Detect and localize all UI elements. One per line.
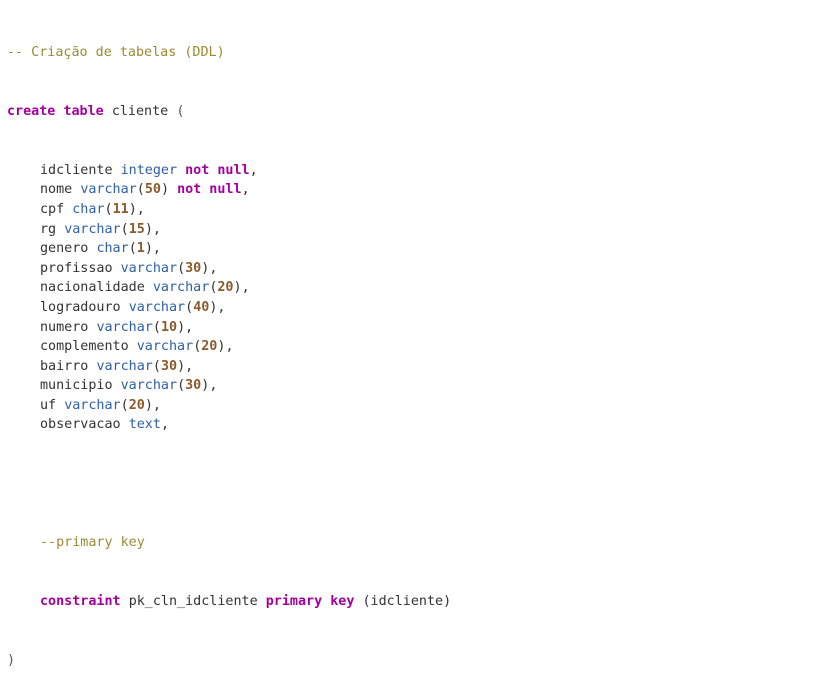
column-definitions: idcliente integer not null, nome varchar(…	[7, 161, 827, 435]
column-type: varchar	[152, 280, 210, 296]
column-line-profissao: profissao varchar(30),	[40, 260, 218, 276]
column-size: 15	[128, 221, 145, 237]
column-type: varchar	[96, 358, 153, 374]
keyword-primary-key: primary key	[265, 593, 355, 609]
pk-name: pk_cln_idcliente	[128, 593, 258, 609]
column-size: 20	[217, 280, 234, 296]
column-line-rg: rg varchar(15),	[40, 221, 161, 237]
code-line-comment-pk: --primary key	[7, 533, 827, 553]
column-type: varchar	[64, 221, 121, 237]
column-line-bairro: bairro varchar(30),	[40, 358, 194, 374]
keyword-constraint: constraint	[40, 593, 121, 609]
column-name: logradouro	[40, 299, 121, 315]
column-line-uf: uf varchar(20),	[40, 397, 161, 413]
column-size: 40	[193, 299, 210, 315]
column-type: varchar	[96, 319, 153, 335]
column-type: varchar	[64, 397, 121, 413]
keyword-create: create	[7, 103, 56, 119]
open-paren: (	[176, 103, 185, 119]
keyword-table: table	[63, 103, 104, 119]
column-line-observacao: observacao text,	[40, 417, 169, 433]
column-line-cpf: cpf char(11),	[40, 201, 145, 217]
column-constraint: not null	[177, 182, 242, 198]
column-line-numero: numero varchar(10),	[40, 319, 194, 335]
column-type: text	[128, 417, 161, 433]
column-name: nome	[40, 182, 73, 198]
column-name: cpf	[40, 201, 65, 217]
comment-ddl: -- Criação de tabelas (DDL)	[7, 45, 225, 61]
column-type: varchar	[120, 378, 178, 394]
column-type: char	[96, 241, 129, 257]
pk-columns: (idcliente)	[362, 593, 452, 609]
column-name: observacao	[40, 417, 121, 433]
sql-code-block: -- Criação de tabelas (DDL) create table…	[0, 0, 827, 667]
column-size: 30	[160, 358, 178, 374]
column-name: idcliente	[40, 162, 113, 178]
code-line-close: )	[7, 651, 827, 671]
column-name: genero	[40, 241, 89, 257]
column-type: integer	[120, 162, 178, 178]
column-type: varchar	[120, 260, 178, 276]
column-type: varchar	[136, 339, 194, 355]
column-type: varchar	[80, 182, 137, 198]
column-line-logradouro: logradouro varchar(40),	[40, 299, 226, 315]
column-name: rg	[40, 221, 57, 237]
column-name: nacionalidade	[40, 280, 145, 296]
column-size: 11	[112, 201, 129, 217]
column-line-nome: nome varchar(50) not null,	[40, 182, 250, 198]
close-paren: )	[7, 652, 16, 668]
column-line-complemento: complemento varchar(20),	[40, 339, 234, 355]
column-line-municipio: municipio varchar(30),	[40, 378, 218, 394]
column-type: char	[72, 201, 105, 217]
code-line-comment-ddl: -- Criação de tabelas (DDL)	[7, 43, 827, 63]
code-line-create-table: create table cliente (	[7, 102, 827, 122]
table-name: cliente	[111, 103, 169, 119]
column-name: bairro	[40, 358, 89, 374]
column-type: varchar	[128, 299, 186, 315]
column-line-nacionalidade: nacionalidade varchar(20),	[40, 280, 250, 296]
column-constraint: not null	[185, 162, 250, 178]
column-name: profissao	[40, 260, 113, 276]
column-name: complemento	[40, 339, 129, 355]
column-line-genero: genero char(1),	[40, 241, 161, 257]
column-size: 30	[185, 260, 202, 276]
column-name: municipio	[40, 378, 113, 394]
column-name: numero	[40, 319, 89, 335]
code-line-constraint: constraint pk_cln_idcliente primary key …	[7, 592, 827, 612]
column-size: 50	[144, 182, 161, 198]
column-size: 30	[185, 378, 202, 394]
column-size: 20	[201, 339, 218, 355]
comment-primary-key: --primary key	[40, 535, 145, 551]
column-size: 20	[128, 397, 145, 413]
column-size: 1	[136, 241, 145, 257]
column-size: 10	[160, 319, 178, 335]
column-name: uf	[40, 397, 57, 413]
column-line-idcliente: idcliente integer not null,	[40, 162, 258, 178]
